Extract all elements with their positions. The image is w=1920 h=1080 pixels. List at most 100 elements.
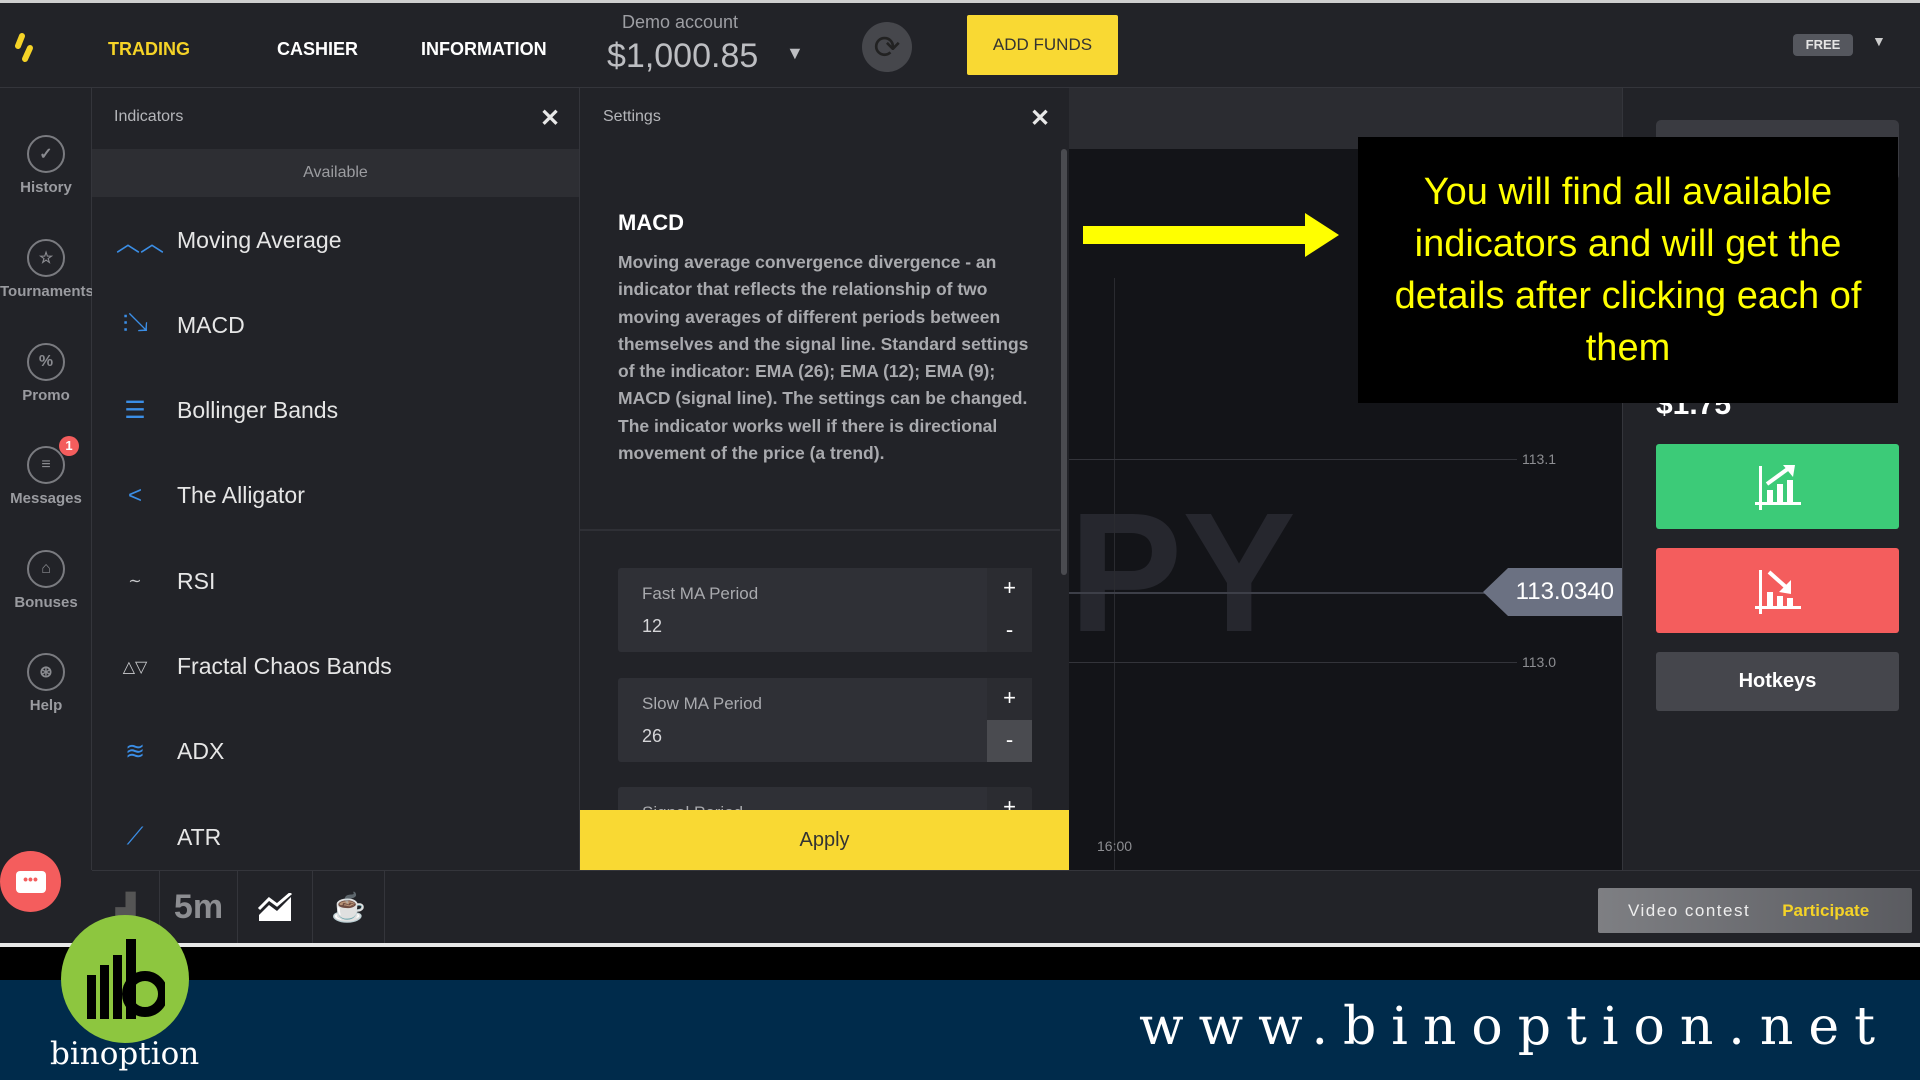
indicator-item-bollinger-bands[interactable]: ☰ Bollinger Bands [92, 381, 580, 441]
indicator-item-adx[interactable]: ≋ ADX [92, 722, 580, 782]
settings-panel: Settings ✕ MACD Moving average convergen… [580, 88, 1069, 870]
moving-average-icon: ︿︿ [116, 229, 164, 257]
fast-ma-period-field[interactable]: Fast MA Period 12 + - [618, 568, 1032, 652]
chart-toolbar: ▟ 5m ☕ Video contest Participate [92, 870, 1920, 944]
account-type-label: Demo account [622, 12, 739, 32]
gift-icon: ⌂ [27, 550, 65, 588]
indicator-label: ADX [177, 738, 225, 765]
indicators-panel: Indicators ✕ Available ︿︿ Moving Average ⫶… [92, 88, 580, 870]
sidebar-item-history[interactable]: ✓ History [0, 135, 92, 196]
scrollbar[interactable] [1061, 149, 1067, 575]
field-label: Slow MA Period [642, 694, 762, 713]
indicators-header: Indicators ✕ [92, 88, 579, 149]
price-axis-label: 113.0 [1522, 654, 1556, 670]
chat-icon: ••• [15, 870, 46, 893]
watermark-footer: binoption www.binoption.net [0, 915, 1920, 1080]
sidebar-label: Help [29, 697, 63, 714]
sidebar-item-help[interactable]: ⊛ Help [0, 653, 92, 714]
slow-ma-period-field[interactable]: Slow MA Period 26 + - [618, 678, 1032, 762]
chat-button[interactable]: ••• [0, 851, 61, 912]
callout-box: You will find all available indicators a… [1358, 137, 1898, 403]
rsi-icon: ∼ [128, 573, 142, 591]
sidebar-item-messages[interactable]: ≡ 1 Messages [0, 436, 92, 507]
plan-badge[interactable]: FREE [1793, 34, 1853, 56]
field-value[interactable]: 12 [642, 616, 662, 637]
available-tab[interactable]: Available [92, 149, 579, 197]
indicator-item-fractal-chaos-bands[interactable]: △▽ Fractal Chaos Bands [92, 637, 580, 697]
lifebuoy-icon: ⊛ [27, 653, 65, 691]
brand-name: binoption [50, 1036, 200, 1072]
app-logo-icon[interactable] [14, 33, 34, 63]
hotkeys-button[interactable]: Hotkeys [1656, 652, 1899, 711]
apply-button[interactable]: Apply [580, 810, 1069, 870]
indicator-item-moving-average[interactable]: ︿︿ Moving Average [92, 210, 580, 270]
sidebar-label: Messages [10, 490, 82, 507]
nav-information[interactable]: INFORMATION [421, 39, 547, 60]
sidebar: ✓ History ☆ Tournaments % Promo ≡ 1 Messages … [0, 88, 94, 912]
indicator-item-the-alligator[interactable]: < The Alligator [92, 466, 580, 526]
indicator-label: MACD [177, 311, 245, 338]
indicator-label: RSI [177, 567, 216, 594]
indicator-item-macd[interactable]: ⫶↘ MACD [92, 295, 580, 355]
indicator-item-rsi[interactable]: ∼ RSI [92, 551, 580, 611]
percent-icon: % [27, 343, 65, 381]
website-url: www.binoption.net [1139, 997, 1890, 1057]
divider [580, 529, 1060, 531]
messages-icon: ≡ 1 [27, 436, 79, 484]
current-price-tag: 113.0340 [1483, 568, 1622, 616]
sidebar-label: Promo [22, 387, 70, 404]
video-contest-banner[interactable]: Video contest Participate [1598, 888, 1912, 933]
sidebar-item-bonuses[interactable]: ⌂ Bonuses [0, 550, 92, 611]
balance[interactable]: $1,000.85 [607, 37, 758, 76]
indicators-button[interactable] [238, 871, 313, 944]
price-gridline [1069, 662, 1517, 663]
time-axis-label: 16:00 [1097, 838, 1133, 854]
participate-link[interactable]: Participate [1782, 901, 1869, 921]
nav-cashier[interactable]: CASHIER [277, 39, 358, 60]
decrement-button[interactable]: - [987, 610, 1032, 652]
atr-icon: ⟋ [126, 823, 144, 851]
binoption-logo [61, 915, 189, 1043]
refresh-balance-button[interactable]: ⟳ [862, 22, 912, 72]
sidebar-label: Bonuses [14, 594, 78, 611]
close-indicators-icon[interactable]: ✕ [540, 104, 560, 133]
video-contest-label: Video contest [1628, 900, 1751, 920]
indicator-label: The Alligator [177, 482, 305, 509]
call-button[interactable] [1656, 444, 1899, 529]
balance-dropdown-icon[interactable]: ▼ [786, 43, 804, 64]
timeframe-button[interactable]: 5m [160, 871, 238, 944]
trophy-icon: ☆ [27, 239, 65, 277]
sidebar-item-tournaments[interactable]: ☆ Tournaments [0, 239, 94, 300]
drawing-tools-button[interactable]: ☕ [313, 871, 385, 944]
increment-button[interactable]: + [987, 678, 1032, 720]
field-value[interactable]: 26 [642, 726, 662, 747]
callout-text: You will find all available indicators a… [1394, 171, 1862, 369]
price-gridline [1069, 459, 1517, 460]
account-menu-caret-icon[interactable]: ▼ [1872, 33, 1886, 49]
check-circle-icon: ✓ [27, 135, 65, 173]
put-button[interactable] [1656, 548, 1899, 633]
chart-up-icon [1754, 464, 1801, 510]
indicator-item-atr[interactable]: ⟋ ATR [92, 807, 580, 867]
field-label: Fast MA Period [642, 584, 759, 603]
price-axis-label: 113.1 [1522, 451, 1556, 467]
add-funds-button[interactable]: ADD FUNDS [967, 15, 1118, 75]
sidebar-label: Tournaments [0, 283, 94, 300]
bars-b-logo-icon [87, 939, 165, 1019]
indicator-label: Moving Average [177, 226, 342, 253]
nav-trading[interactable]: TRADING [108, 39, 190, 60]
sidebar-label: History [20, 179, 72, 196]
adx-icon: ≋ [124, 738, 146, 766]
chart-down-icon [1754, 569, 1801, 614]
decrement-button[interactable]: - [987, 720, 1032, 762]
bollinger-icon: ☰ [124, 397, 146, 425]
current-price-value: 113.0340 [1515, 578, 1614, 605]
sidebar-item-promo[interactable]: % Promo [0, 343, 92, 404]
fractal-icon: △▽ [122, 658, 148, 676]
asset-watermark: PY [1069, 478, 1296, 668]
tools-cup-icon: ☕ [331, 892, 366, 923]
indicator-name: MACD [618, 210, 684, 235]
top-bar: TRADING CASHIER INFORMATION Demo account… [0, 3, 1920, 88]
increment-button[interactable]: + [987, 568, 1032, 610]
close-settings-icon[interactable]: ✕ [1030, 104, 1050, 133]
